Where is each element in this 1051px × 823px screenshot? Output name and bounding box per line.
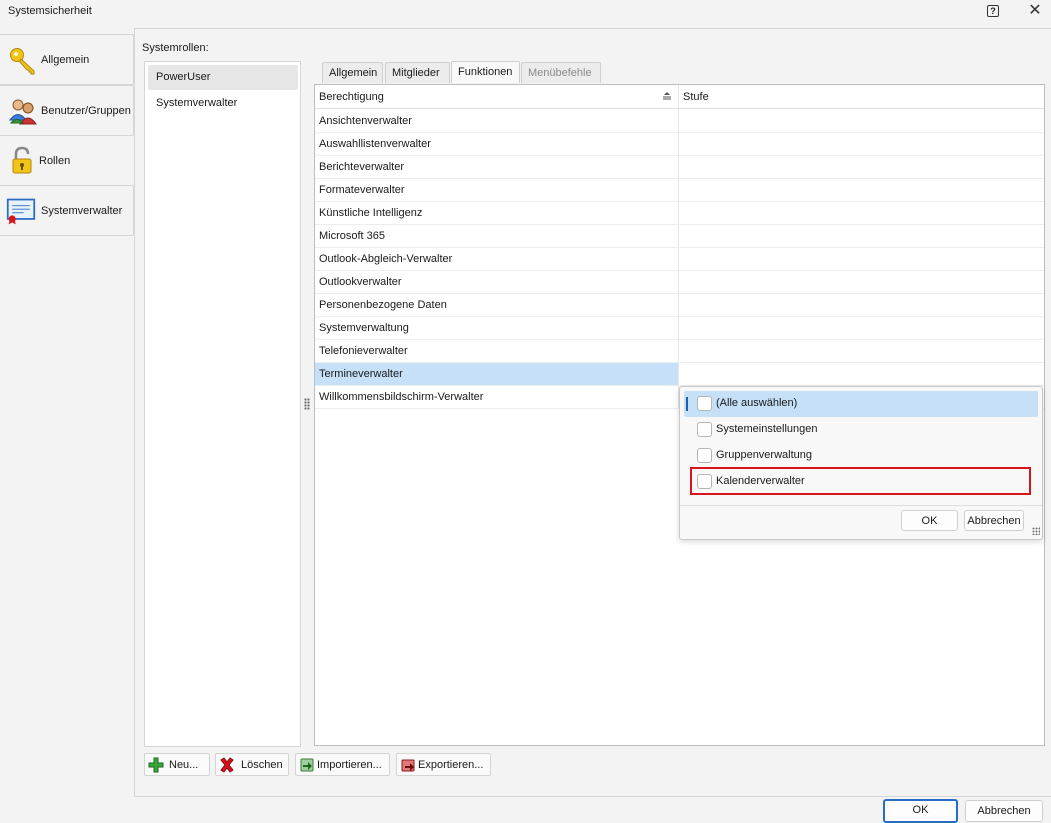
row-label: Formateverwalter [319, 184, 405, 196]
popup-divider [680, 505, 1042, 506]
option-select-all[interactable]: (Alle auswählen) [684, 391, 1038, 417]
column-header-berechtigung[interactable]: Berechtigung [319, 91, 384, 103]
row-label: Ansichtenverwalter [319, 115, 412, 127]
key-icon [10, 48, 35, 75]
row-label: Künstliche Intelligenz [319, 207, 423, 219]
row-label: Auswahllistenverwalter [319, 138, 431, 150]
option-label: (Alle auswählen) [716, 397, 798, 409]
import-icon [300, 758, 314, 772]
new-button-label: Neu... [169, 759, 199, 771]
checkbox[interactable] [697, 448, 712, 463]
checkbox[interactable] [697, 422, 712, 437]
table-row[interactable]: Auswahllistenverwalter [315, 133, 1044, 156]
export-icon [401, 759, 415, 772]
table-row[interactable]: Outlook-Abgleich-Verwalter [315, 248, 1044, 271]
import-button-label: Importieren... [317, 759, 382, 771]
export-button[interactable]: Exportieren... [396, 753, 491, 776]
row-label: Telefonieverwalter [319, 345, 408, 357]
row-label: Personenbezogene Daten [319, 299, 447, 311]
close-icon[interactable]: ✕ [1026, 2, 1044, 20]
column-header-stufe[interactable]: Stufe [683, 91, 709, 103]
nav-item-systemverwalter[interactable]: Systemverwalter [0, 185, 134, 236]
focus-indicator [686, 397, 688, 411]
nav-label: Rollen [39, 155, 71, 167]
annotation-highlight-box [690, 467, 1031, 495]
row-label: Outlook-Abgleich-Verwalter [319, 253, 453, 265]
table-row[interactable]: Formateverwalter [315, 179, 1044, 202]
cancel-button[interactable]: Abbrechen [965, 800, 1043, 822]
import-button[interactable]: Importieren... [295, 753, 390, 776]
grid-header: Berechtigung Stufe [315, 85, 1044, 109]
option-gruppenverwaltung[interactable]: Gruppenverwaltung [684, 443, 1038, 469]
delete-button[interactable]: Löschen [215, 753, 289, 776]
row-label: Termineverwalter [319, 368, 403, 380]
resize-grip[interactable] [1032, 527, 1040, 535]
nav-label: Allgemein [41, 54, 90, 66]
checkbox[interactable] [697, 396, 712, 411]
padlock-icon [12, 146, 32, 174]
nav-item-benutzer-gruppen[interactable]: Benutzer/Gruppen [0, 85, 134, 136]
window-title: Systemsicherheit [8, 5, 92, 17]
dropdown-cancel-button[interactable]: Abbrechen [964, 510, 1024, 531]
row-label: Outlookverwalter [319, 276, 402, 288]
new-button[interactable]: Neu... [144, 753, 210, 776]
option-label: Systemeinstellungen [716, 423, 818, 435]
role-item-systemverwalter[interactable]: Systemverwalter [148, 91, 298, 116]
table-row[interactable]: Microsoft 365 [315, 225, 1044, 248]
roles-list[interactable]: PowerUser Systemverwalter [144, 61, 301, 747]
tab-mitglieder[interactable]: Mitglieder [385, 62, 450, 83]
nav-item-rollen[interactable]: Rollen [0, 136, 134, 187]
table-row[interactable]: Outlookverwalter [315, 271, 1044, 294]
delete-x-icon [220, 757, 234, 773]
table-row[interactable]: Berichteverwalter [315, 156, 1044, 179]
roles-label: Systemrollen: [142, 42, 209, 54]
table-row-selected[interactable]: Termineverwalter [315, 363, 1044, 386]
tab-funktionen[interactable]: Funktionen [451, 61, 520, 83]
row-label: Systemverwaltung [319, 322, 409, 334]
nav-label: Systemverwalter [41, 205, 123, 217]
plus-icon [148, 757, 164, 773]
nav-label: Benutzer/Gruppen [41, 105, 131, 117]
table-row[interactable]: Telefonieverwalter [315, 340, 1044, 363]
tab-allgemein[interactable]: Allgemein [322, 62, 383, 83]
tab-menuebefehle: Menübefehle [521, 62, 601, 83]
delete-button-label: Löschen [241, 759, 283, 771]
splitter-handle[interactable] [304, 398, 310, 410]
option-systemeinstellungen[interactable]: Systemeinstellungen [684, 417, 1038, 443]
certificate-icon [6, 198, 36, 225]
dropdown-ok-button[interactable]: OK [901, 510, 958, 531]
table-row[interactable]: Personenbezogene Daten [315, 294, 1044, 317]
help-icon[interactable]: ? [987, 5, 999, 17]
table-row[interactable]: Künstliche Intelligenz [315, 202, 1044, 225]
export-button-label: Exportieren... [418, 759, 484, 771]
table-row[interactable]: Systemverwaltung [315, 317, 1044, 340]
users-icon [9, 99, 37, 125]
nav-item-allgemein[interactable]: Allgemein [0, 34, 134, 85]
ok-button[interactable]: OK [883, 799, 958, 823]
title-bar: Systemsicherheit ? ✕ [0, 0, 1051, 24]
role-item-poweruser[interactable]: PowerUser [148, 65, 298, 90]
option-label: Gruppenverwaltung [716, 449, 813, 461]
row-label: Microsoft 365 [319, 230, 386, 242]
table-row[interactable]: Ansichtenverwalter [315, 110, 1044, 133]
row-label: Berichteverwalter [319, 161, 404, 173]
row-label: Willkommensbildschirm-Verwalter [319, 391, 484, 403]
sort-ascending-icon [663, 92, 671, 100]
